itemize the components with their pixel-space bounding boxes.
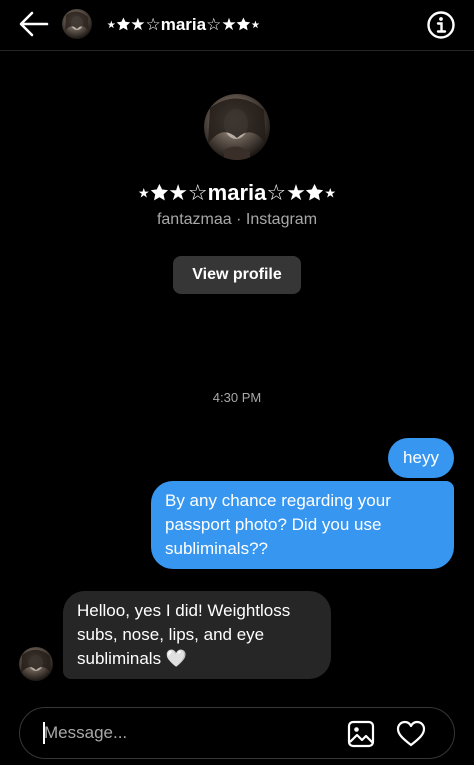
header-username[interactable]: ⋆🟊★☆maria☆★🟊⋆ <box>106 13 261 38</box>
message-composer <box>19 707 455 759</box>
sender-avatar[interactable] <box>19 647 53 681</box>
message-timestamp: 4:30 PM <box>212 390 262 405</box>
profile-avatar[interactable] <box>204 94 270 160</box>
profile-display-name: ⋆🟊★☆maria☆★🟊⋆ <box>136 180 338 205</box>
message-bubble-outgoing[interactable]: By any chance regarding your passport ph… <box>151 481 454 569</box>
header-avatar[interactable] <box>62 9 92 39</box>
message-input[interactable] <box>44 718 334 748</box>
view-profile-button[interactable]: View profile <box>173 256 301 294</box>
info-circle-icon[interactable] <box>426 10 456 40</box>
chat-header: ⋆🟊★☆maria☆★🟊⋆ <box>0 0 474 51</box>
profile-subtitle: fantazmaa · Instagram <box>156 211 318 228</box>
image-icon[interactable] <box>347 720 375 748</box>
arrow-left-icon[interactable] <box>18 10 50 38</box>
message-bubble-incoming[interactable]: Helloo, yes I did! Weightloss subs, nose… <box>63 591 331 679</box>
heart-icon[interactable] <box>396 720 426 748</box>
message-bubble-outgoing[interactable]: heyy <box>388 438 454 478</box>
